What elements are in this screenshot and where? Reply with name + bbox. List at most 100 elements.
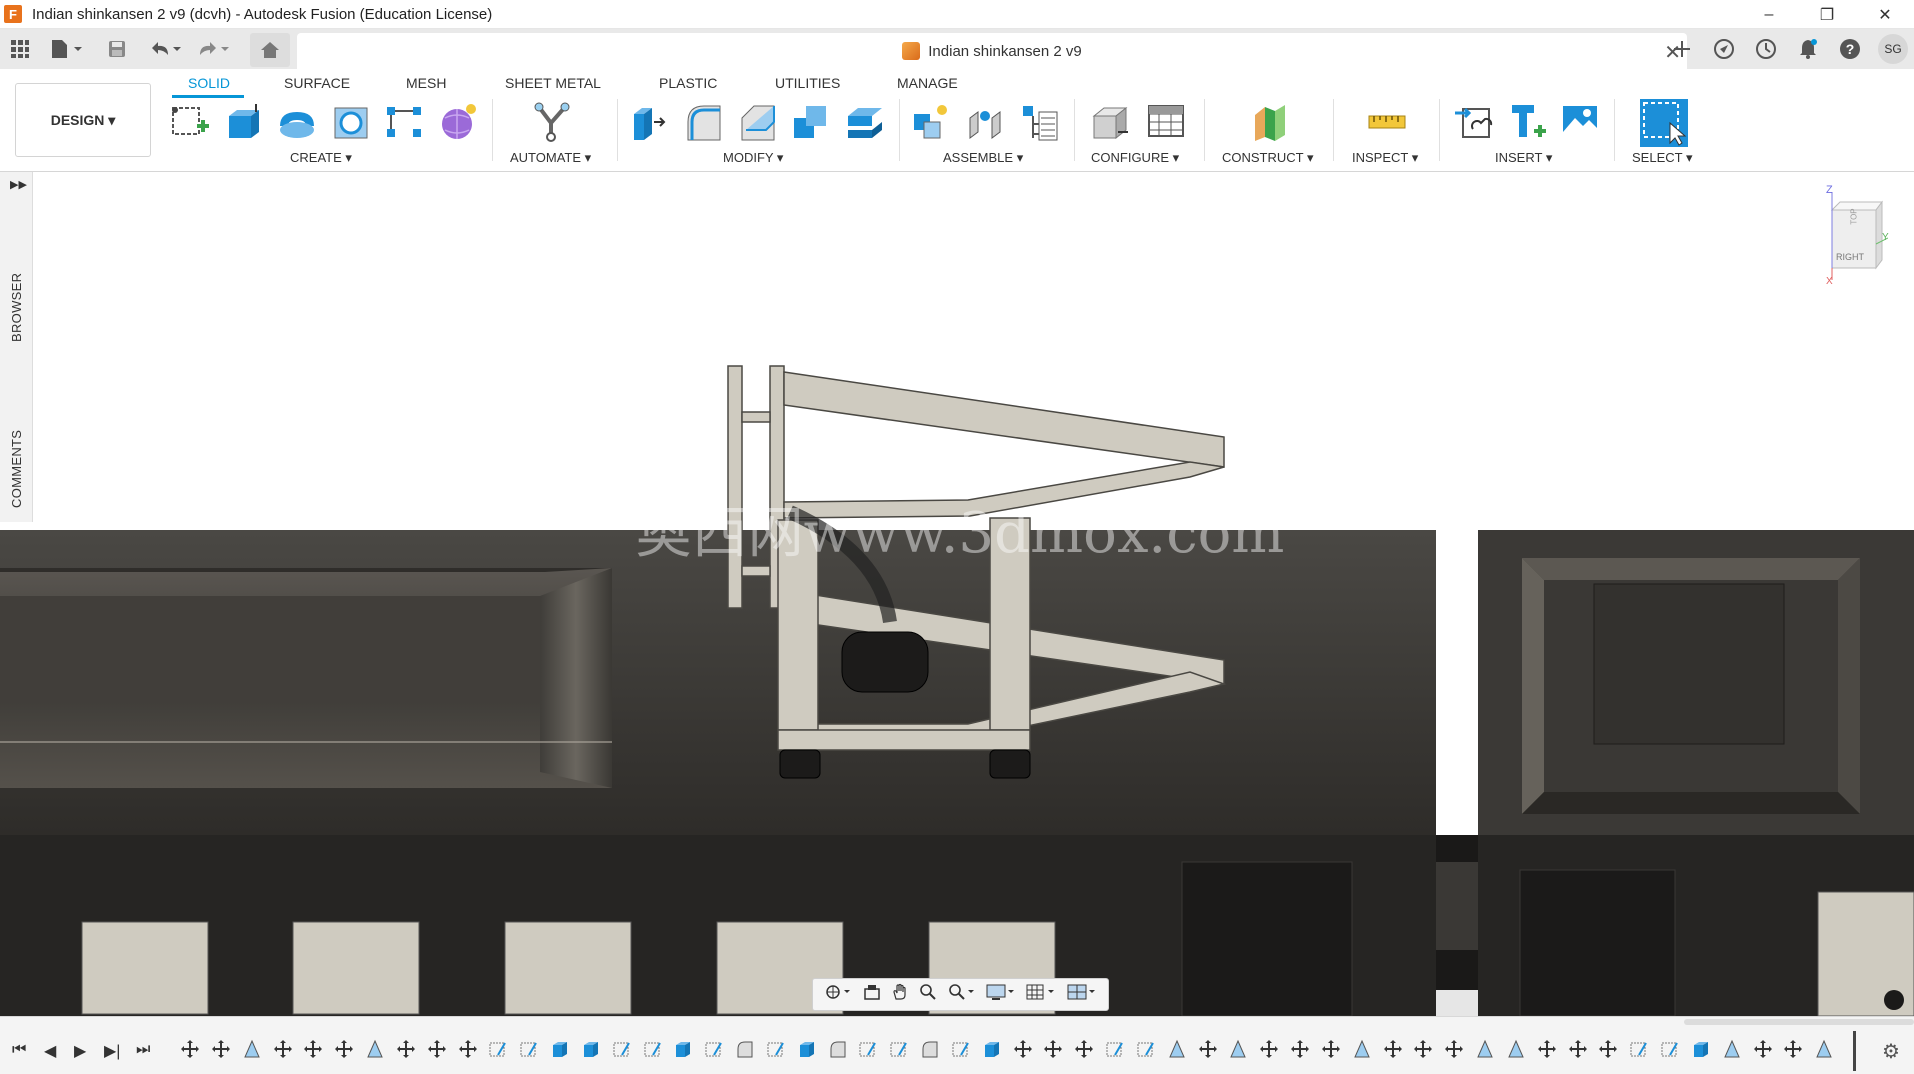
chamfer-icon[interactable] — [737, 101, 779, 143]
body-feature-icon[interactable] — [1691, 1039, 1711, 1062]
plane-feature-icon[interactable] — [1506, 1039, 1526, 1062]
timeline-marker[interactable] — [1853, 1031, 1856, 1071]
orbit-icon[interactable] — [824, 983, 852, 1006]
offset-plane-icon[interactable] — [1249, 101, 1291, 143]
sketch-feature-icon[interactable] — [643, 1039, 663, 1062]
create-group-label[interactable]: CREATE ▾ — [290, 150, 352, 166]
plane-feature-icon[interactable] — [1228, 1039, 1248, 1062]
plane-feature-icon[interactable] — [1475, 1039, 1495, 1062]
plane-feature-icon[interactable] — [1352, 1039, 1372, 1062]
timeline-play-button[interactable]: ▶ — [74, 1041, 86, 1061]
sketch-feature-icon[interactable] — [1105, 1039, 1125, 1062]
sketch-feature-icon[interactable] — [519, 1039, 539, 1062]
minimize-button[interactable]: – — [1740, 0, 1798, 29]
move-feature-icon[interactable] — [1074, 1039, 1094, 1062]
insert-group-label[interactable]: INSERT ▾ — [1495, 150, 1552, 166]
rectangular-pattern-icon[interactable] — [383, 101, 425, 143]
job-status-clock-icon[interactable] — [1752, 35, 1780, 63]
close-window-button[interactable]: ✕ — [1856, 0, 1914, 29]
extrude-icon[interactable] — [222, 101, 264, 143]
plane-feature-icon[interactable] — [242, 1039, 262, 1062]
revolve-icon[interactable] — [276, 101, 318, 143]
undo-icon[interactable] — [148, 36, 182, 62]
new-component-icon[interactable] — [910, 101, 952, 143]
body-feature-icon[interactable] — [673, 1039, 693, 1062]
timeline-scrollbar[interactable] — [1684, 1019, 1914, 1025]
tab-utilities[interactable]: UTILITIES — [775, 75, 840, 91]
move-feature-icon[interactable] — [1598, 1039, 1618, 1062]
select-tool-icon[interactable] — [1640, 99, 1688, 147]
comments-panel-toggle[interactable]: COMMENTS — [9, 430, 24, 508]
move-feature-icon[interactable] — [334, 1039, 354, 1062]
body-feature-icon[interactable] — [982, 1039, 1002, 1062]
help-icon[interactable]: ? — [1836, 35, 1864, 63]
tab-mesh[interactable]: MESH — [406, 75, 446, 91]
body-feature-icon[interactable] — [550, 1039, 570, 1062]
insert-derive-icon[interactable] — [1453, 101, 1495, 143]
expand-panel-icon[interactable]: ▶▶ — [10, 178, 27, 191]
move-feature-icon[interactable] — [1413, 1039, 1433, 1062]
move-feature-icon[interactable] — [303, 1039, 323, 1062]
sketch-feature-icon[interactable] — [1136, 1039, 1156, 1062]
inspect-group-label[interactable]: INSPECT ▾ — [1352, 150, 1418, 166]
zoom-icon[interactable] — [919, 983, 937, 1006]
display-settings-icon[interactable] — [986, 983, 1016, 1006]
body-feature-icon[interactable] — [797, 1039, 817, 1062]
new-tab-plus-icon[interactable] — [1668, 35, 1696, 63]
sketch-feature-icon[interactable] — [488, 1039, 508, 1062]
save-icon[interactable] — [107, 36, 127, 62]
select-group-label[interactable]: SELECT ▾ — [1632, 150, 1692, 166]
create-form-icon[interactable] — [437, 101, 479, 143]
plane-feature-icon[interactable] — [1167, 1039, 1187, 1062]
browser-panel-toggle[interactable]: BROWSER — [9, 273, 24, 342]
tab-sheet-metal[interactable]: SHEET METAL — [505, 75, 601, 91]
configure-design-icon[interactable] — [1090, 101, 1132, 143]
body-feature-icon[interactable] — [581, 1039, 601, 1062]
modify-group-label[interactable]: MODIFY ▾ — [723, 150, 783, 166]
move-feature-icon[interactable] — [211, 1039, 231, 1062]
grid-settings-icon[interactable] — [1026, 983, 1056, 1006]
redo-icon[interactable] — [196, 36, 230, 62]
home-icon[interactable] — [250, 33, 290, 67]
3d-viewport[interactable]: 奥西网www.3dmox.com — [0, 172, 1914, 1016]
fillet-icon[interactable] — [683, 101, 725, 143]
pan-hand-icon[interactable] — [891, 983, 909, 1006]
sketch-feature-icon[interactable] — [612, 1039, 632, 1062]
move-feature-icon[interactable] — [1568, 1039, 1588, 1062]
joint-icon[interactable] — [964, 101, 1006, 143]
configure-group-label[interactable]: CONFIGURE ▾ — [1091, 150, 1179, 166]
move-feature-icon[interactable] — [1753, 1039, 1773, 1062]
sketch-feature-icon[interactable] — [704, 1039, 724, 1062]
move-feature-icon[interactable] — [1043, 1039, 1063, 1062]
hole-icon[interactable] — [330, 101, 372, 143]
automate-generative-icon[interactable] — [531, 101, 573, 143]
sketch-feature-icon[interactable] — [951, 1039, 971, 1062]
view-cube[interactable]: Z Y X TOP RIGHT — [1822, 184, 1889, 287]
move-feature-icon[interactable] — [180, 1039, 200, 1062]
workspace-switcher-button[interactable]: DESIGN ▾ — [15, 83, 151, 157]
move-feature-icon[interactable] — [1383, 1039, 1403, 1062]
extensions-icon[interactable] — [1710, 35, 1738, 63]
move-feature-icon[interactable] — [1444, 1039, 1464, 1062]
move-feature-icon[interactable] — [273, 1039, 293, 1062]
restore-button[interactable]: ❐ — [1798, 0, 1856, 29]
document-tab[interactable]: Indian shinkansen 2 v9 ✕ — [297, 33, 1687, 69]
sketch-feature-icon[interactable] — [858, 1039, 878, 1062]
construct-group-label[interactable]: CONSTRUCT ▾ — [1222, 150, 1314, 166]
offset-face-icon[interactable] — [844, 101, 886, 143]
bill-of-materials-icon[interactable] — [1019, 101, 1061, 143]
press-pull-icon[interactable] — [629, 101, 671, 143]
insert-mcmaster-icon[interactable] — [1506, 101, 1548, 143]
plane-feature-icon[interactable] — [1722, 1039, 1742, 1062]
configuration-table-icon[interactable] — [1145, 101, 1187, 143]
tab-manage[interactable]: MANAGE — [897, 75, 958, 91]
fillet-feature-icon[interactable] — [920, 1039, 940, 1062]
move-feature-icon[interactable] — [1259, 1039, 1279, 1062]
tab-surface[interactable]: SURFACE — [284, 75, 350, 91]
combine-icon[interactable] — [790, 101, 832, 143]
plane-feature-icon[interactable] — [365, 1039, 385, 1062]
move-feature-icon[interactable] — [427, 1039, 447, 1062]
scene-settings-icon[interactable] — [1884, 990, 1904, 1010]
move-feature-icon[interactable] — [1013, 1039, 1033, 1062]
insert-canvas-icon[interactable] — [1559, 101, 1601, 143]
